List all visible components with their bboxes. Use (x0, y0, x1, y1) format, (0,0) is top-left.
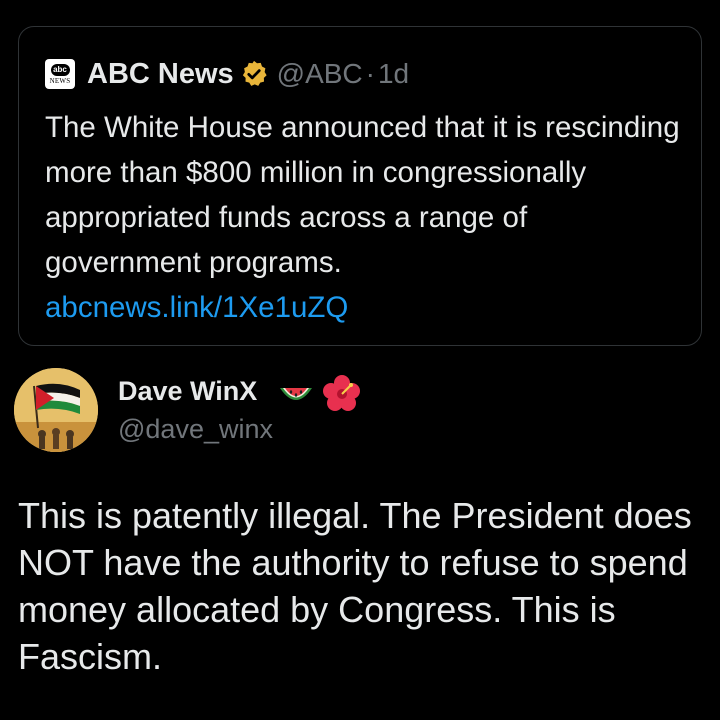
quoted-author-name[interactable]: ABC News (87, 58, 234, 91)
avatar[interactable] (14, 368, 98, 452)
hibiscus-icon (323, 375, 360, 411)
reply-tweet-text: This is patently illegal. The President … (18, 495, 692, 677)
quoted-tweet-link[interactable]: abcnews.link/1Xe1uZQ (45, 285, 348, 330)
abc-news-logo[interactable]: abc NEWS (45, 59, 75, 89)
post-timestamp[interactable]: 1d (378, 58, 409, 90)
quoted-tweet-card[interactable]: abc NEWS ABC News @ABC · 1d The White Ho… (18, 26, 702, 346)
verified-badge-icon (242, 60, 267, 86)
quoted-author-handle[interactable]: @ABC (277, 58, 363, 90)
palestinian-flag-avatar-icon (14, 368, 98, 452)
separator-dot: · (365, 58, 375, 89)
quoted-tweet-header: abc NEWS ABC News @ABC · 1d (45, 57, 409, 91)
reply-author-name[interactable]: Dave WinX (118, 376, 257, 407)
abc-logo-wordmark: NEWS (49, 76, 71, 85)
quoted-tweet-text: The White House announced that it is res… (45, 111, 680, 279)
watermelon-icon (280, 388, 312, 400)
reply-author-handle[interactable]: @dave_winx (118, 414, 273, 445)
abc-logo-mark: abc (50, 63, 70, 76)
